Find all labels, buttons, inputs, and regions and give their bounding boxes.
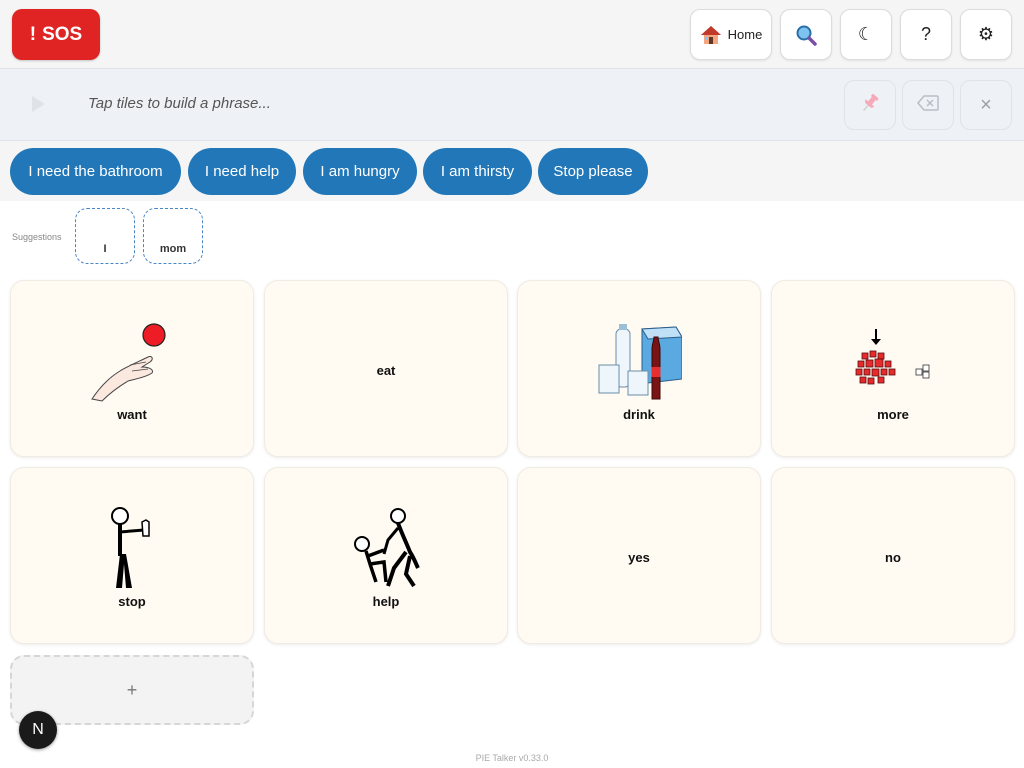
alert-icon: ! [29,23,37,45]
close-icon: × [980,93,992,116]
backspace-icon [917,94,939,116]
clear-button[interactable]: × [960,80,1012,130]
suggestion-chip[interactable]: I [75,208,135,264]
tile-more[interactable]: more [771,280,1015,457]
quick-phrase-stop[interactable]: Stop please [538,148,648,195]
quick-phrase-thirsty[interactable]: I am thirsty [423,148,532,195]
play-icon[interactable] [32,96,45,112]
stop-icon [108,506,156,597]
phrase-input[interactable]: Tap tiles to build a phrase... [88,95,271,112]
more-icon [852,327,934,396]
tile-no[interactable]: no [771,467,1015,644]
tile-want[interactable]: want [10,280,254,457]
n-badge[interactable]: N [19,711,57,749]
tile-help[interactable]: help [264,467,508,644]
tile-label: want [117,407,147,422]
tile-eat[interactable]: eat [264,280,508,457]
quick-phrase-bathroom[interactable]: I need the bathroom [10,148,181,195]
tile-label: more [877,407,909,422]
gear-icon: ⚙ [977,24,995,44]
want-icon [90,321,174,408]
dark-mode-button[interactable]: ☾ [840,9,892,60]
drink-icon [596,323,683,408]
moon-icon: ☾ [857,24,875,44]
quick-phrase-hungry[interactable]: I am hungry [303,148,417,195]
search-button[interactable] [780,9,832,60]
tile-label: stop [118,594,146,609]
tile-label: no [885,550,901,565]
tile-stop[interactable]: stop [10,467,254,644]
tile-label: eat [376,363,396,378]
pin-icon [859,92,881,119]
help-button[interactable]: ? [900,9,952,60]
home-icon [700,25,722,45]
settings-button[interactable]: ⚙ [960,9,1012,60]
help-icon: ? [920,24,931,44]
tile-label: help [372,594,400,609]
sos-button[interactable]: ! SOS [12,9,100,60]
home-label: Home [727,27,763,42]
tile-label: yes [628,550,650,565]
tile-drink[interactable]: drink [517,280,761,457]
help-person-icon [350,506,422,593]
search-icon [795,24,817,46]
version-label: PIE Talker v0.33.0 [475,753,549,763]
home-button[interactable]: Home [690,9,772,60]
quick-phrase-help[interactable]: I need help [188,148,296,195]
backspace-button[interactable] [902,80,954,130]
plus-icon: + [126,679,138,700]
pin-button[interactable] [844,80,896,130]
tile-label: drink [623,407,655,422]
tile-yes[interactable]: yes [517,467,761,644]
sos-label: SOS [42,23,83,45]
suggestions-label: Suggestions [12,232,62,242]
suggestion-chip[interactable]: mom [143,208,203,264]
